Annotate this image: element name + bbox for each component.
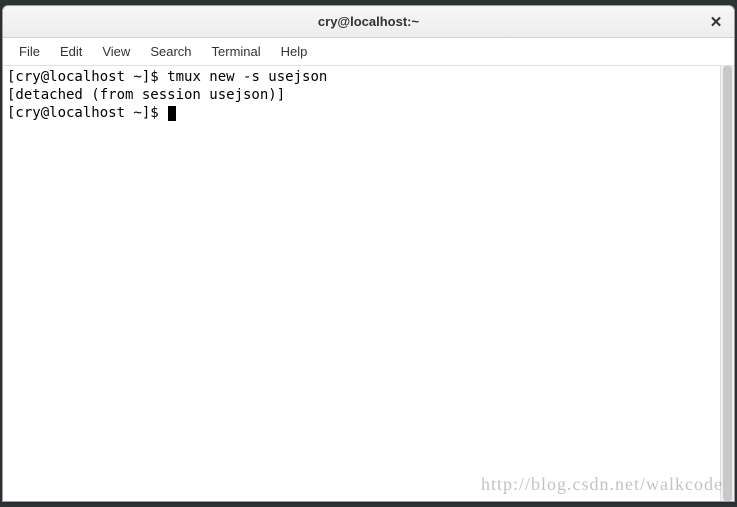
terminal-line: [cry@localhost ~]$ tmux new -s usejson (7, 68, 716, 86)
menu-search[interactable]: Search (140, 40, 201, 63)
terminal-area: [cry@localhost ~]$ tmux new -s usejson[d… (3, 66, 734, 501)
terminal-line: [detached (from session usejson)] (7, 86, 716, 104)
command-text: tmux new -s usejson (167, 69, 327, 85)
window-title: cry@localhost:~ (318, 14, 419, 29)
scrollbar[interactable] (720, 66, 734, 501)
menu-edit[interactable]: Edit (50, 40, 92, 63)
menu-terminal[interactable]: Terminal (202, 40, 271, 63)
close-icon[interactable]: ✕ (708, 14, 724, 30)
output-text: [detached (from session usejson)] (7, 87, 285, 103)
cursor (168, 106, 176, 121)
menu-file[interactable]: File (9, 40, 50, 63)
menu-view[interactable]: View (92, 40, 140, 63)
prompt: [cry@localhost ~]$ (7, 105, 167, 121)
prompt: [cry@localhost ~]$ (7, 69, 167, 85)
menu-help[interactable]: Help (271, 40, 318, 63)
scrollbar-thumb[interactable] (723, 66, 732, 501)
terminal-line: [cry@localhost ~]$ (7, 104, 716, 122)
terminal-window: cry@localhost:~ ✕ File Edit View Search … (2, 5, 735, 502)
terminal-content[interactable]: [cry@localhost ~]$ tmux new -s usejson[d… (3, 66, 720, 501)
titlebar[interactable]: cry@localhost:~ ✕ (3, 6, 734, 38)
menubar: File Edit View Search Terminal Help (3, 38, 734, 66)
